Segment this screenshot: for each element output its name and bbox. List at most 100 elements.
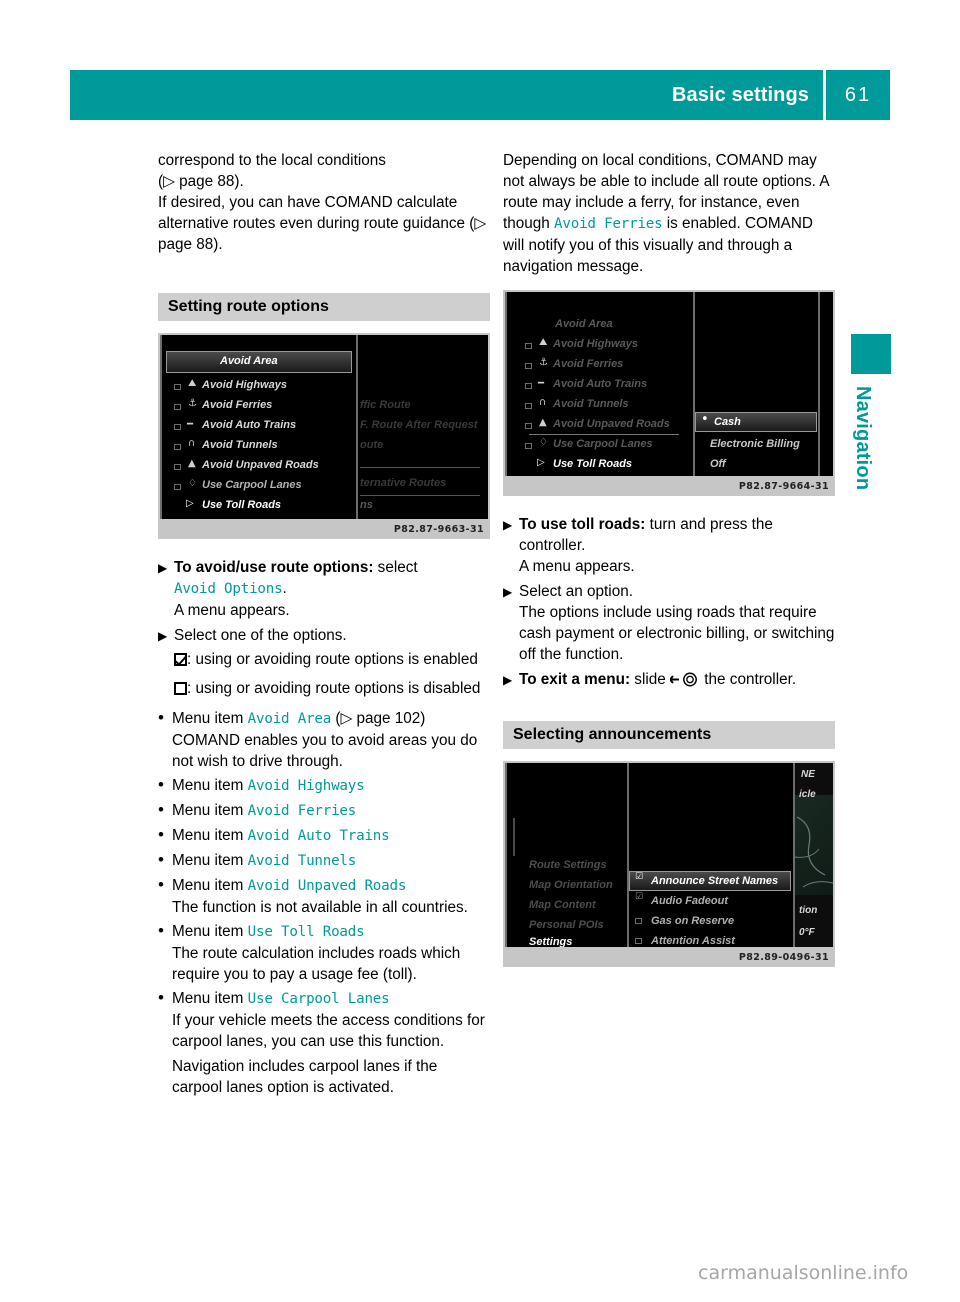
menu-item-prefix: Menu item <box>172 802 248 819</box>
step-sub-text: The options include using roads that req… <box>519 604 835 663</box>
step-label-bold: To avoid/use route options: <box>174 559 374 576</box>
step-exit-a-menu: ▶ To exit a menu: slide the controller. <box>503 669 835 693</box>
step-label-bold: To exit a menu: <box>519 671 631 688</box>
page-title: Basic settings <box>671 83 809 106</box>
screenshot3-center-2: Gas on Reserve <box>651 915 735 927</box>
screenshot3-edge-3: 0°F <box>799 927 815 938</box>
screenshot2-item-3: Avoid Tunnels <box>553 398 629 410</box>
menu-item-note: The route calculation includes roads whi… <box>172 945 461 983</box>
step-arrow-icon: ▶ <box>503 585 513 599</box>
closing-paragraph: Navigation includes carpool lanes if the… <box>172 1058 438 1096</box>
screenshot3-center-0: Announce Street Names <box>651 875 779 887</box>
intro-line-2: (▷ page 88). <box>158 173 244 190</box>
controller-slide-left-icon <box>668 672 700 693</box>
menu-item-value: Avoid Tunnels <box>247 853 357 869</box>
section-tab-marker <box>851 334 891 374</box>
checkbox-disabled-text: : using or avoiding route options is dis… <box>187 680 481 697</box>
step-text-after: . <box>282 580 287 597</box>
screenshot2-item-4: Avoid Unpaved Roads <box>553 418 670 430</box>
screenshot-toll-roads-caption: P82.87-9664-31 <box>503 476 835 496</box>
menu-item-prefix: Menu item <box>172 852 248 869</box>
screenshot2-popup-item-2: Off <box>710 458 726 470</box>
section-tab-label: Navigation <box>852 386 874 491</box>
step-arrow-icon: ▶ <box>158 629 168 643</box>
menu-item-note: The function is not available in all cou… <box>172 899 468 916</box>
checkbox-checked-icon <box>174 653 187 666</box>
bullet-icon: • <box>158 850 164 869</box>
step-text: Select an option. <box>519 583 633 600</box>
menu-item-prefix: Menu item <box>172 827 248 844</box>
screenshot-avoid-options-image: Avoid Area ⛰ Avoid Highways ⚓ Avoid Ferr… <box>158 333 490 519</box>
step-text: slide <box>630 671 671 688</box>
menu-item-note: If your vehicle meets the access conditi… <box>172 1012 485 1050</box>
screenshot-item-5: Use Carpool Lanes <box>202 479 302 491</box>
screenshot-right-item-0: ffic Route <box>360 399 411 411</box>
checkbox-disabled-description: : using or avoiding route options is dis… <box>158 678 490 699</box>
menu-item-prefix: Menu item <box>172 923 248 940</box>
intro-line-1: correspond to the local conditions <box>158 152 386 169</box>
step-text: select <box>373 559 418 576</box>
screenshot3-left-4: Settings <box>529 936 573 947</box>
bullet-icon: • <box>158 988 164 1007</box>
section-heading-setting-route-options: Setting route options <box>158 293 490 321</box>
list-item: • Menu item Avoid Ferries <box>158 800 490 822</box>
list-item: • Menu item Avoid Auto Trains <box>158 825 490 847</box>
menu-item-note: COMAND enables you to avoid areas you do… <box>172 732 478 770</box>
screenshot-right-item-2: oute <box>360 439 384 451</box>
step-mono-value: Avoid Options <box>174 581 283 597</box>
screenshot-right-item-3: ternative Routes <box>360 477 447 489</box>
list-item: • Menu item Use Toll Roads <box>158 921 490 943</box>
bullet-icon: • <box>158 921 164 940</box>
step-sub-text: A menu appears. <box>174 602 290 619</box>
section-heading-selecting-announcements: Selecting announcements <box>503 721 835 749</box>
menu-item-value: Use Toll Roads <box>247 924 365 940</box>
menu-item-prefix: Menu item <box>172 777 248 794</box>
screenshot2-item-5: Use Carpool Lanes <box>553 438 653 450</box>
bullet-icon: • <box>158 800 164 819</box>
bullet-icon: • <box>158 825 164 844</box>
menu-item-value: Avoid Unpaved Roads <box>247 878 407 894</box>
step-arrow-icon: ▶ <box>503 518 513 532</box>
screenshot3-left-1: Map Orientation <box>529 879 613 891</box>
bullet-icon: • <box>158 775 164 794</box>
screenshot-avoid-options-caption: P82.87-9663-31 <box>158 519 490 539</box>
left-column: correspond to the local conditions (▷ pa… <box>158 150 490 1098</box>
step-use-toll-roads: ▶ To use toll roads: turn and press the … <box>503 514 835 577</box>
step-text-after: the controller. <box>700 671 797 688</box>
step-arrow-icon: ▶ <box>503 673 513 687</box>
step-select-an-option: ▶ Select an option. The options include … <box>503 581 835 665</box>
step-arrow-icon: ▶ <box>158 561 168 575</box>
screenshot-avoid-options: Avoid Area ⛰ Avoid Highways ⚓ Avoid Ferr… <box>158 333 490 539</box>
list-item: • Menu item Avoid Highways <box>158 775 490 797</box>
list-item: • Menu item Use Carpool Lanes <box>158 988 490 1010</box>
screenshot-toll-roads: Avoid Area ⛰ Avoid Highways ⚓ Avoid Ferr… <box>503 290 835 496</box>
intro-line-3: If desired, you can have COMAND calculat… <box>158 194 487 253</box>
screenshot-announcements-caption: P82.89-0496-31 <box>503 947 835 967</box>
screenshot-toll-roads-image: Avoid Area ⛰ Avoid Highways ⚓ Avoid Ferr… <box>503 290 835 476</box>
screenshot-item-4: Avoid Unpaved Roads <box>202 459 319 471</box>
right-column: Depending on local conditions, COMAND ma… <box>503 150 835 967</box>
screenshot-item-6: Use Toll Roads <box>202 499 282 511</box>
list-item: • Menu item Avoid Unpaved Roads <box>158 875 490 897</box>
checkbox-enabled-description: : using or avoiding route options is ena… <box>158 649 490 670</box>
menu-item-prefix: Menu item <box>172 990 248 1007</box>
screenshot2-popup-item-1: Electronic Billing <box>710 438 800 450</box>
menu-item-prefix: Menu item <box>172 710 248 727</box>
screenshot2-item-1: Avoid Ferries <box>553 358 624 370</box>
menu-item-suffix: (▷ page 102) <box>331 710 426 727</box>
menu-item-value: Avoid Highways <box>247 778 365 794</box>
screenshot2-popup-item-0: Cash <box>714 416 741 428</box>
screenshot-announcements-image: NE icle tion 0°F Route Settings Map Orie… <box>503 761 835 947</box>
screenshot-highlight-label: Avoid Area <box>220 355 278 367</box>
screenshot3-center-1: Audio Fadeout <box>651 895 728 907</box>
screenshot-item-0: Avoid Highways <box>202 379 287 391</box>
screenshot3-left-3: Personal POIs <box>529 919 604 931</box>
bullet-icon: • <box>158 875 164 894</box>
bullet-icon: • <box>158 708 164 727</box>
step-text: Select one of the options. <box>174 627 347 644</box>
screenshot2-item-6: Use Toll Roads <box>553 458 633 470</box>
menu-item-value: Avoid Ferries <box>247 803 357 819</box>
menu-item-value: Avoid Area <box>247 711 332 727</box>
menu-item-value: Avoid Auto Trains <box>247 828 390 844</box>
screenshot2-dim-label: Avoid Area <box>555 318 613 330</box>
